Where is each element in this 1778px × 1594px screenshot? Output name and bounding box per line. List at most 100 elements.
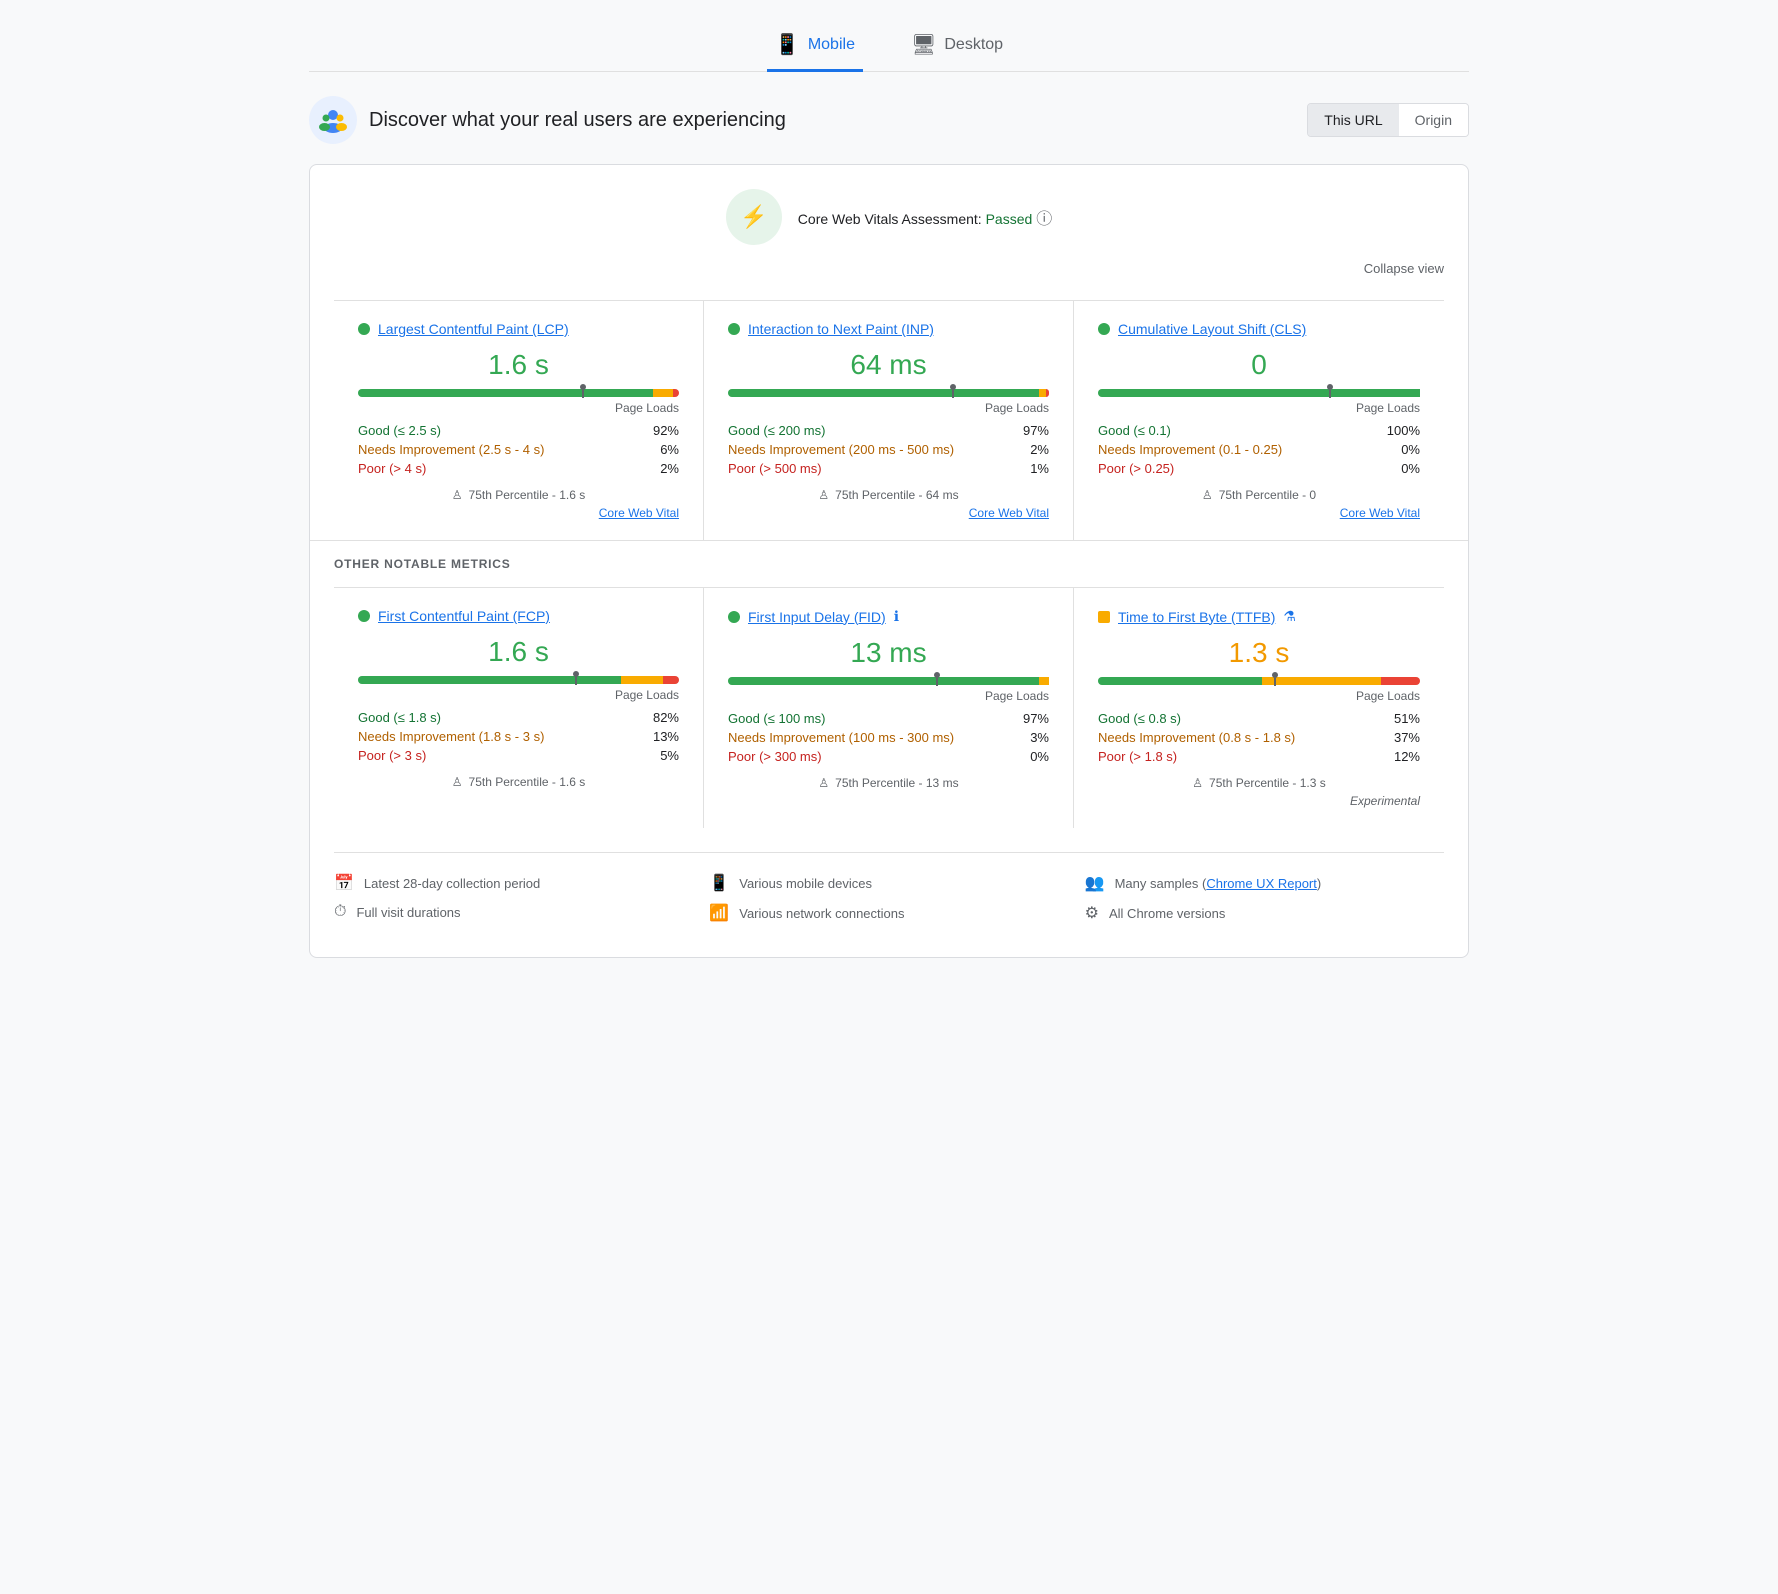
assessment-title-group: Core Web Vitals Assessment: Passed ⓘ [798,205,1052,229]
percentile-text: 75th Percentile - 1.3 s [1209,776,1326,790]
marker-line [952,390,954,398]
tab-mobile[interactable]: 📱 Mobile [767,20,863,72]
metric-name-link[interactable]: Cumulative Layout Shift (CLS) [1118,321,1306,337]
info-icon-metric[interactable]: ℹ [894,608,899,625]
page-loads-label: Page Loads [728,689,1049,703]
dist-percent: 97% [1023,423,1049,438]
percentile-text: 75th Percentile - 1.6 s [469,775,586,789]
dist-label: Good (≤ 0.8 s) [1098,711,1181,726]
info-icon[interactable]: ⓘ [1036,211,1052,228]
chrome-icon: ⚙ [1085,903,1099,923]
dist-label: Good (≤ 2.5 s) [358,423,441,438]
segment-needs [1262,677,1381,685]
heartbeat-icon: ⚡ [740,204,767,230]
dist-percent: 2% [1030,442,1049,457]
core-vital-link[interactable]: Core Web Vital [358,506,679,520]
dist-row: Good (≤ 0.8 s) 51% [1098,711,1420,726]
flask-icon[interactable]: ⚗ [1283,608,1296,625]
progress-track [358,389,679,397]
tab-desktop[interactable]: 🖥 Desktop [903,20,1011,72]
segment-good [358,676,621,684]
dist-label: Poor (> 300 ms) [728,749,822,764]
header-left: Discover what your real users are experi… [309,96,786,144]
url-toggle: This URL Origin [1307,103,1469,137]
assessment-title: Core Web Vitals Assessment: [798,211,982,227]
dist-percent: 92% [653,423,679,438]
core-metrics-grid: Largest Contentful Paint (LCP) 1.6 s Pag… [334,300,1444,540]
dist-percent: 0% [1401,461,1420,476]
metric-status-dot [1098,611,1110,623]
dist-row: Good (≤ 100 ms) 97% [728,711,1049,726]
segment-needs [1039,389,1045,397]
collapse-link[interactable]: Collapse view [1364,261,1444,276]
metric-value: 64 ms [728,349,1049,381]
metric-name-link[interactable]: First Input Delay (FID) [748,609,886,625]
core-vital-link[interactable]: Core Web Vital [1098,506,1420,520]
metric-value: 1.6 s [358,349,679,381]
progress-marker [952,385,954,401]
progress-track [1098,677,1420,685]
dist-label: Good (≤ 100 ms) [728,711,825,726]
progress-marker [575,672,577,688]
core-vital-link[interactable]: Core Web Vital [728,506,1049,520]
timer-icon: ⏱ [334,903,346,921]
tab-desktop-label: Desktop [944,36,1003,54]
metric-value: 1.3 s [1098,637,1420,669]
section-divider [310,540,1468,541]
origin-button[interactable]: Origin [1399,104,1468,136]
percentile-row: ♙ 75th Percentile - 1.6 s [358,488,679,502]
calendar-icon: 📅 [334,873,354,893]
metric-name-link[interactable]: Largest Contentful Paint (LCP) [378,321,569,337]
footer-item-network: 📶 Various network connections [709,903,1068,923]
segment-poor [1046,389,1049,397]
tab-mobile-label: Mobile [808,36,855,54]
footer-visit-text: Full visit durations [356,905,460,920]
footer-samples-text: Many samples (Chrome UX Report) [1115,876,1322,891]
dist-label: Needs Improvement (2.5 s - 4 s) [358,442,544,457]
segment-good [358,389,653,397]
percentile-icon: ♙ [452,488,463,502]
metric-col-fcp: First Contentful Paint (FCP) 1.6 s Page … [334,588,704,828]
footer-collection-text: Latest 28-day collection period [364,876,540,891]
metric-name-link[interactable]: Interaction to Next Paint (INP) [748,321,934,337]
dist-label: Poor (> 4 s) [358,461,426,476]
percentile-row: ♙ 75th Percentile - 1.3 s [1098,776,1420,790]
dist-label: Good (≤ 200 ms) [728,423,825,438]
dist-row: Needs Improvement (200 ms - 500 ms) 2% [728,442,1049,457]
percentile-row: ♙ 75th Percentile - 13 ms [728,776,1049,790]
dist-percent: 51% [1394,711,1420,726]
percentile-icon: ♙ [818,776,829,790]
metric-name-link[interactable]: Time to First Byte (TTFB) [1118,609,1275,625]
dist-row: Needs Improvement (100 ms - 300 ms) 3% [728,730,1049,745]
progress-bar [358,676,679,684]
percentile-icon: ♙ [1192,776,1203,790]
progress-marker [1329,385,1331,401]
dist-percent: 37% [1394,730,1420,745]
mobile-icon: 📱 [775,32,800,57]
this-url-button[interactable]: This URL [1308,104,1398,136]
metric-value: 13 ms [728,637,1049,669]
dist-percent: 1% [1030,461,1049,476]
dist-row: Poor (> 3 s) 5% [358,748,679,763]
dist-percent: 0% [1401,442,1420,457]
percentile-row: ♙ 75th Percentile - 64 ms [728,488,1049,502]
metric-name-link[interactable]: First Contentful Paint (FCP) [378,608,550,624]
chrome-ux-report-link[interactable]: Chrome UX Report [1206,876,1317,891]
mobile-device-icon: 📱 [709,873,729,893]
percentile-icon: ♙ [452,775,463,789]
metric-label-row: First Input Delay (FID) ℹ [728,608,1049,625]
footer-col3: 👥 Many samples (Chrome UX Report) ⚙ All … [1085,873,1444,933]
segment-needs [1039,677,1049,685]
metric-col-fid: First Input Delay (FID) ℹ 13 ms Page Loa… [704,588,1074,828]
footer-devices-text: Various mobile devices [739,876,872,891]
page-loads-label: Page Loads [1098,689,1420,703]
distribution-table: Good (≤ 0.8 s) 51% Needs Improvement (0.… [1098,711,1420,764]
experimental-label: Experimental [1098,794,1420,808]
dist-label: Needs Improvement (0.1 - 0.25) [1098,442,1282,457]
dist-percent: 13% [653,729,679,744]
marker-line [582,390,584,398]
metric-label-row: Interaction to Next Paint (INP) [728,321,1049,337]
progress-bar [728,677,1049,685]
marker-line [1329,390,1331,398]
dist-row: Good (≤ 2.5 s) 92% [358,423,679,438]
